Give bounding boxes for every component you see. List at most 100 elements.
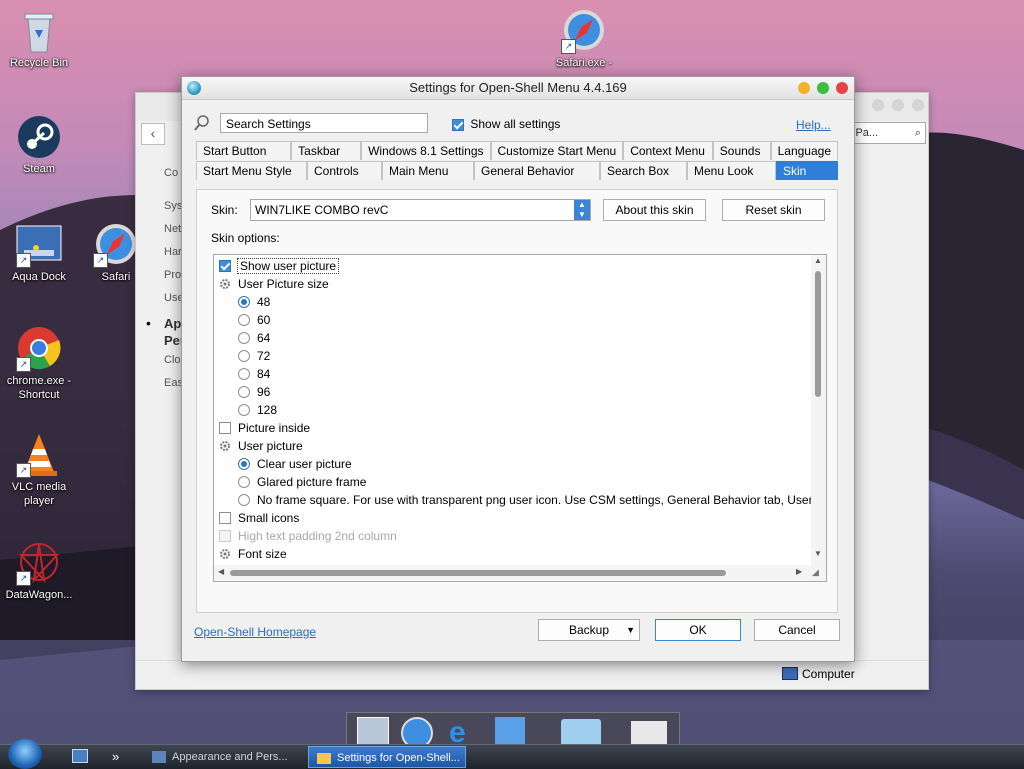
skin-option-row[interactable]: High text padding 2nd column [219,527,397,545]
radio[interactable] [238,493,250,506]
radio[interactable] [238,475,250,488]
desktop-icon-vlc[interactable]: ↗ VLC media player [0,432,79,508]
resize-grip-icon[interactable]: ◢ [812,567,819,578]
radio[interactable] [238,385,250,398]
window-minimize-button[interactable] [872,99,884,111]
skin-options-list[interactable]: Font size High text padding 2nd column Sma… [213,254,827,582]
status-bar: Computer [136,660,928,689]
side-item[interactable]: Pro [164,269,181,281]
taskbar-item-settings-open-shell[interactable]: Settings for Open-Shell... [308,746,466,768]
skin-option-row[interactable]: 72 [238,347,270,365]
cancel-button[interactable]: Cancel [754,619,840,641]
tab-windows-81-settings[interactable]: Windows 8.1 Settings [361,141,491,160]
dialog-titlebar[interactable]: Settings for Open-Shell Menu 4.4.169 [182,77,854,100]
checkbox[interactable] [219,421,231,434]
horizontal-scrollbar[interactable]: ◀ ▶ ◢ [214,565,826,581]
desktop-icon-steam[interactable]: Steam [0,114,79,176]
side-item[interactable]: Clo [164,354,181,366]
scroll-left-icon[interactable]: ◀ [218,567,224,576]
skin-option-row[interactable]: Show user picture [219,257,340,275]
scroll-thumb-horizontal[interactable] [230,570,726,576]
radio[interactable] [238,403,250,416]
open-shell-homepage-link[interactable]: Open-Shell Homepage [194,625,316,639]
search-settings-input[interactable]: Search Settings [220,113,428,133]
radio-selected[interactable] [238,295,250,308]
radio[interactable] [238,313,250,326]
ok-button[interactable]: OK [655,619,741,641]
tab-context-menu[interactable]: Context Menu [623,141,713,160]
side-item[interactable]: Co [164,167,178,179]
tab-start-button[interactable]: Start Button [196,141,292,160]
skin-option-row[interactable]: 64 [238,329,270,347]
minimize-button[interactable] [798,82,810,94]
radio[interactable] [238,367,250,380]
dock-item-finder-icon[interactable] [495,717,525,747]
tab-controls[interactable]: Controls [307,161,382,180]
scroll-thumb[interactable] [815,271,821,397]
window-maximize-button[interactable] [892,99,904,111]
scroll-down-icon[interactable]: ▼ [814,549,822,558]
vertical-scrollbar[interactable]: ▲ ▼ [811,255,826,565]
skin-option-row[interactable]: Picture inside [219,419,310,437]
side-item[interactable]: Sys [164,200,182,212]
skin-option-row[interactable]: No frame square. For use with transparen… [238,491,825,509]
scroll-up-icon[interactable]: ▲ [814,256,822,265]
skin-option-label: Show user picture [236,258,340,274]
checkbox[interactable] [452,118,464,131]
maximize-button[interactable] [817,82,829,94]
desktop-icon-datawagon[interactable]: ↗ DataWagon... [0,540,79,602]
window-close-button[interactable] [912,99,924,111]
checkbox-checked[interactable] [219,259,231,272]
taskbar-item-appearance[interactable]: Appearance and Pers... [152,746,302,768]
checkbox[interactable] [219,529,231,542]
search-icon: ⌕ [914,127,921,139]
show-all-settings-checkbox[interactable]: Show all settings [452,117,560,131]
taskbar-overflow-chevron[interactable]: » [112,746,119,768]
help-link[interactable]: Help... [796,118,831,132]
radio[interactable] [238,349,250,362]
close-button[interactable] [836,82,848,94]
tab-customize-start-menu[interactable]: Customize Start Menu [490,141,624,160]
radio-selected[interactable] [238,457,250,470]
tab-menu-look[interactable]: Menu Look [687,161,776,180]
start-orb-icon[interactable] [8,739,42,769]
desktop-icon-label: Steam [23,163,55,175]
skin-option-row[interactable]: 96 [238,383,270,401]
tab-search-box[interactable]: Search Box [600,161,687,180]
skin-option-row[interactable]: 60 [238,311,270,329]
side-item-bold[interactable]: Ap [164,316,181,331]
reset-skin-button[interactable]: Reset skin [722,199,825,221]
about-skin-button[interactable]: About this skin [603,199,706,221]
dock-item-folder-icon[interactable] [561,719,601,747]
skin-select[interactable]: WIN7LIKE COMBO revC ▲ ▼ [250,199,591,221]
tab-start-menu-style[interactable]: Start Menu Style [196,161,307,180]
scroll-right-icon[interactable]: ▶ [796,567,802,576]
tab-skin[interactable]: Skin [776,161,838,180]
radio[interactable] [238,331,250,344]
skin-option-row[interactable]: Glared picture frame [238,473,366,491]
desktop-icon-chrome[interactable]: ↗ chrome.exe - Shortcut [0,326,79,402]
bullet-icon: • [146,315,151,331]
skin-option-row[interactable]: 48 [238,293,270,311]
desktop-icon-recycle-bin[interactable]: Recycle Bin [0,8,79,70]
skin-option-row[interactable]: Small icons [219,509,299,527]
tab-main-menu[interactable]: Main Menu [382,161,474,180]
skin-option-row[interactable]: 84 [238,365,270,383]
backup-button[interactable]: Backup ▼ [538,619,640,641]
tab-sounds[interactable]: Sounds [712,141,771,160]
tab-language[interactable]: Language [770,141,838,160]
skin-option-row[interactable]: Clear user picture [238,455,352,473]
settings-dialog[interactable]: Settings for Open-Shell Menu 4.4.169 Sea… [181,76,855,662]
desktop-icon-safari-exe[interactable]: ↗ Safari.exe - [544,8,624,70]
side-item[interactable]: Net [164,223,181,235]
skin-option-row[interactable]: 128 [238,401,277,419]
tab-general-behavior[interactable]: General Behavior [474,161,600,180]
skin-option-row: User Picture size [219,275,329,293]
skin-panel: Skin: WIN7LIKE COMBO revC ▲ ▼ About this … [196,189,838,613]
show-desktop-icon[interactable] [72,749,88,763]
checkbox[interactable] [219,511,231,524]
tab-taskbar[interactable]: Taskbar [291,141,362,160]
desktop-icon-aqua-dock[interactable]: ↗ Aqua Dock [0,222,79,284]
side-item[interactable]: Har [164,246,182,258]
back-button[interactable]: ‹ [141,123,165,145]
